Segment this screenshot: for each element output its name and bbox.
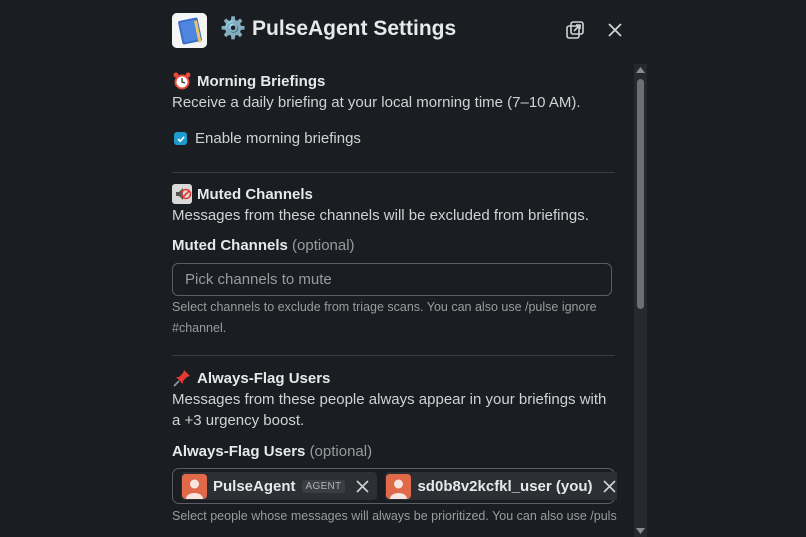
alarm-clock-icon xyxy=(172,71,192,91)
morning-desc: Receive a daily briefing at your local m… xyxy=(172,94,581,111)
divider xyxy=(172,172,615,173)
flag-desc: Messages from these people always appear… xyxy=(172,391,607,429)
muted-section: Muted Channels Messages from these chann… xyxy=(172,183,617,339)
avatar xyxy=(386,473,412,499)
divider xyxy=(172,355,615,356)
morning-title: Morning Briefings xyxy=(197,72,326,90)
muted-title: Muted Channels xyxy=(197,185,313,203)
muted-field-label: Muted Channels (optional) xyxy=(172,237,355,254)
flag-field-label: Always-Flag Users (optional) xyxy=(172,443,373,460)
pushpin-icon xyxy=(172,368,192,388)
flag-title: Always-Flag Users xyxy=(197,369,331,387)
muted-hint: Select channels to exclude from triage s… xyxy=(172,300,597,335)
flag-users-input[interactable]: PulseAgent AGENT sd0b8v2kcfkl_user (you) xyxy=(172,468,617,504)
user-chip-name: PulseAgent xyxy=(213,477,296,495)
muted-speaker-icon xyxy=(172,184,192,204)
muted-channels-input[interactable]: Pick channels to mute xyxy=(172,263,612,296)
muted-desc: Messages from these channels will be exc… xyxy=(172,207,589,224)
morning-section: Morning Briefings Receive a daily briefi… xyxy=(172,70,617,147)
notebook-icon xyxy=(172,13,207,48)
scroll-thumb[interactable] xyxy=(637,79,644,309)
user-chip-name: sd0b8v2kcfkl_user (you) xyxy=(417,477,593,495)
morning-checkbox-label: Enable morning briefings xyxy=(195,130,361,147)
scroll-up-arrow-icon[interactable] xyxy=(634,64,647,76)
user-chip: PulseAgent AGENT xyxy=(181,472,378,500)
modal-body: Morning Briefings Receive a daily briefi… xyxy=(172,64,617,537)
morning-checkbox-row[interactable]: Enable morning briefings xyxy=(172,130,617,147)
popout-icon[interactable] xyxy=(564,19,586,41)
user-chip: sd0b8v2kcfkl_user (you) xyxy=(385,472,617,500)
scrollbar[interactable] xyxy=(634,64,647,537)
remove-chip-icon[interactable] xyxy=(601,477,617,495)
close-icon[interactable] xyxy=(604,19,626,41)
settings-modal: ⚙️ PulseAgent Settings Morning Briefings… xyxy=(0,0,806,537)
agent-badge: AGENT xyxy=(301,479,346,493)
avatar xyxy=(182,473,207,499)
scroll-down-arrow-icon[interactable] xyxy=(634,525,647,537)
flag-section: Always-Flag Users Messages from these pe… xyxy=(172,367,617,527)
modal-title: ⚙️ PulseAgent Settings xyxy=(220,17,457,40)
remove-chip-icon[interactable] xyxy=(353,477,371,495)
flag-hint: Select people whose messages will always… xyxy=(172,509,617,523)
morning-checkbox[interactable] xyxy=(174,132,187,145)
modal-header: ⚙️ PulseAgent Settings xyxy=(172,12,632,48)
